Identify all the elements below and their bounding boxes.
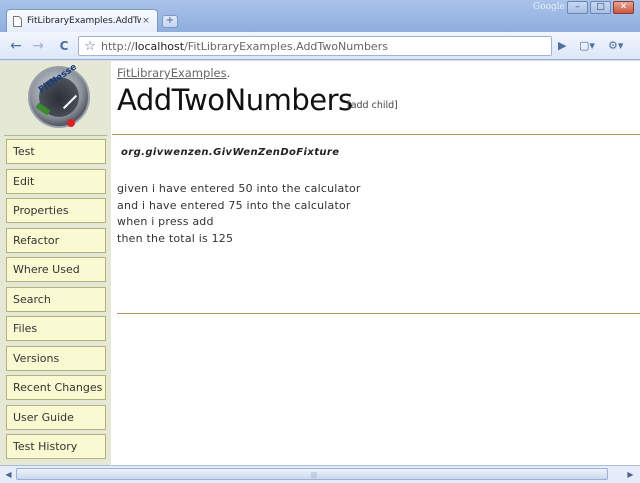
scroll-right-icon[interactable]: ▶ [624,468,637,481]
back-button[interactable]: ← [8,38,24,54]
browser-tab[interactable]: FitLibraryExamples.AddTwo... × [6,9,158,32]
sidebar-item-recent-changes[interactable]: Recent Changes [6,375,106,400]
breadcrumb: FitLibraryExamples. [117,66,231,80]
header-divider [112,134,640,135]
sidebar-item-edit[interactable]: Edit [6,168,106,194]
sidebar-item-refactor[interactable]: Refactor [6,227,106,253]
tab-close-icon[interactable]: × [141,16,151,26]
go-icon[interactable]: ▶ [558,39,566,52]
reload-button[interactable]: C [56,38,72,54]
url-text[interactable]: http://localhost/FitLibraryExamples.AddT… [101,40,388,53]
page-menu-icon[interactable]: ▢▾ [579,39,595,52]
scenario-step: and i have entered 75 into the calculato… [117,198,351,212]
sidebar: FitNesse Test Edit Properties Refactor W… [0,61,111,465]
sidebar-item-properties[interactable]: Properties [6,198,106,223]
main-content: FitLibraryExamples. AddTwoNumbers [add c… [112,61,640,465]
sidebar-item-user-guide[interactable]: User Guide [6,404,106,430]
horizontal-scrollbar[interactable]: ◀ ||| ▶ [0,465,640,483]
close-window-button[interactable]: ✕ [613,1,634,14]
bookmark-star-icon[interactable]: ☆ [79,39,101,54]
fitnesse-logo[interactable]: FitNesse [28,62,90,128]
scenario-steps: given i have entered 50 into the calcula… [117,181,361,247]
grip-icon: ||| [311,472,318,479]
sidebar-item-test-history[interactable]: Test History [6,434,106,459]
minimize-button[interactable]: – [567,1,588,14]
forward-button[interactable]: → [30,38,46,54]
maximize-button[interactable]: □ [590,1,611,14]
browser-titlebar: FitLibraryExamples.AddTwo... × + Google … [0,0,640,32]
fixture-name: org.givwenzen.GivWenZenDoFixture [121,147,340,158]
sidebar-item-files[interactable]: Files [6,316,106,341]
page-icon [13,15,22,27]
sidebar-item-versions[interactable]: Versions [6,345,106,371]
tools-menu-icon[interactable]: ⚙▾ [608,39,623,52]
page-content: FitNesse Test Edit Properties Refactor W… [0,61,640,465]
sidebar-item-where-used[interactable]: Where Used [6,257,106,282]
address-bar[interactable]: ☆ http://localhost/FitLibraryExamples.Ad… [78,36,552,56]
sidebar-item-test[interactable]: Test [6,139,106,164]
footer-divider [117,313,640,314]
add-child-link[interactable]: [add child] [347,100,398,111]
breadcrumb-link[interactable]: FitLibraryExamples [117,66,227,80]
brand-label: Google [533,2,565,12]
sidebar-divider [4,135,107,136]
browser-toolbar: ← → C ☆ http://localhost/FitLibraryExamp… [0,32,640,60]
sidebar-item-search[interactable]: Search [6,286,106,312]
scrollbar-thumb[interactable]: ||| [16,468,608,480]
sidebar-nav: Test Edit Properties Refactor Where Used… [6,139,106,464]
scenario-step: when i press add [117,215,214,228]
scenario-step: given i have entered 50 into the calcula… [117,182,361,195]
new-tab-button[interactable]: + [162,15,178,28]
scroll-left-icon[interactable]: ◀ [2,468,15,481]
scenario-step: then the total is 125 [117,231,234,245]
tab-title: FitLibraryExamples.AddTwo... [27,16,141,26]
page-title: AddTwoNumbers [117,83,353,117]
